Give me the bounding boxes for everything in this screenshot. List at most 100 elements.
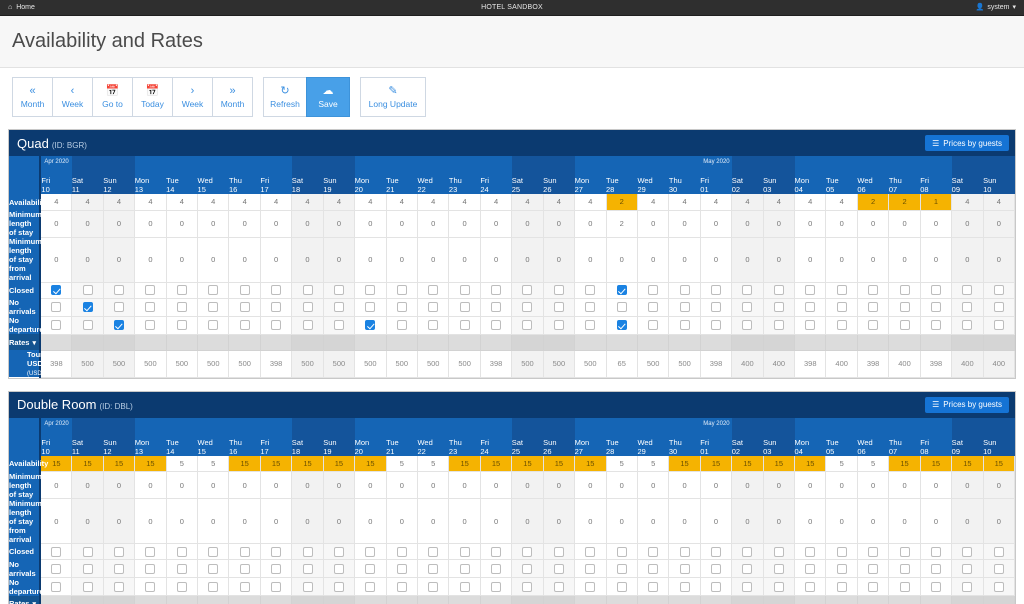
checkbox-icon[interactable] [113,285,124,295]
rates-group-row[interactable]: Rates▾ [9,595,1016,604]
checkbox-icon[interactable] [239,320,250,330]
checkbox-cell[interactable] [197,316,230,335]
checkbox-icon[interactable] [176,563,187,574]
checkbox-icon[interactable] [930,546,941,557]
data-cell[interactable]: 0 [228,237,261,283]
checkbox-cell[interactable] [606,577,638,596]
checkbox-icon[interactable] [522,581,533,592]
checkbox-icon[interactable] [836,320,847,330]
checkbox-cell[interactable] [637,282,670,299]
data-cell[interactable]: 0 [731,210,764,238]
checkbox-cell[interactable] [920,282,953,299]
data-cell[interactable]: 15 [228,455,261,472]
checkbox-cell[interactable] [763,577,796,596]
checkbox-cell[interactable] [888,577,921,596]
checkbox-cell[interactable] [920,577,953,596]
data-cell[interactable]: 0 [700,498,733,544]
checkbox-cell[interactable] [951,577,984,596]
checkbox-icon[interactable] [805,546,816,557]
checkbox-icon[interactable] [710,302,721,312]
checkbox-cell[interactable] [386,577,418,596]
checkbox-cell[interactable] [260,559,293,578]
data-cell[interactable]: 15 [763,455,796,472]
save-button[interactable]: ☁ Save [306,77,350,117]
checkbox-icon[interactable] [365,546,376,557]
rate-cell[interactable]: 398 [794,350,827,378]
checkbox-cell[interactable] [323,543,356,560]
data-cell[interactable]: 0 [448,498,481,544]
checkbox-icon[interactable] [51,581,62,592]
checkbox-icon[interactable] [51,302,62,312]
checkbox-icon[interactable] [836,302,847,312]
checkbox-icon[interactable] [302,320,313,330]
data-cell[interactable]: 0 [71,471,104,499]
checkbox-cell[interactable] [291,282,324,299]
checkbox-cell[interactable] [511,577,544,596]
data-cell[interactable]: 5 [166,455,199,472]
checkbox-icon[interactable] [522,302,533,312]
checkbox-cell[interactable] [920,543,953,560]
checkbox-cell[interactable] [763,559,796,578]
data-cell[interactable]: 0 [260,498,293,544]
data-cell[interactable]: 0 [480,471,513,499]
checkbox-icon[interactable] [553,581,564,592]
rate-cell[interactable]: 500 [103,350,136,378]
checkbox-icon[interactable] [805,285,816,295]
checkbox-icon[interactable] [648,302,659,312]
data-cell[interactable]: 0 [574,210,607,238]
checkbox-cell[interactable] [197,298,230,317]
data-cell[interactable]: 4 [103,194,136,211]
checkbox-cell[interactable] [857,282,890,299]
data-cell[interactable]: 0 [763,498,796,544]
checkbox-icon[interactable] [491,546,502,557]
checkbox-icon[interactable] [396,285,407,295]
checkbox-icon[interactable] [302,546,313,557]
checkbox-icon[interactable] [333,563,344,574]
data-cell[interactable]: 0 [291,210,324,238]
data-cell[interactable]: 15 [480,455,513,472]
checkbox-icon[interactable] [51,320,62,330]
checkbox-cell[interactable] [951,316,984,335]
checkbox-icon[interactable] [868,320,879,330]
checkbox-icon[interactable] [522,563,533,574]
checkbox-cell[interactable] [888,316,921,335]
today-button[interactable]: 📅 Today [132,77,173,117]
data-cell[interactable]: 4 [574,194,607,211]
data-cell[interactable]: 0 [888,471,921,499]
checkbox-cell[interactable] [417,316,450,335]
chevron-down-icon[interactable]: ▾ [32,340,36,347]
data-cell[interactable]: 0 [228,498,261,544]
checkbox-icon[interactable] [271,563,282,574]
checkbox-icon[interactable] [710,546,721,557]
data-cell[interactable]: 15 [71,455,104,472]
checkbox-cell[interactable] [260,543,293,560]
rate-cell[interactable]: 398 [260,350,293,378]
checkbox-cell[interactable] [228,282,261,299]
checkbox-checked-icon[interactable] [365,320,376,330]
checkbox-cell[interactable] [983,543,1016,560]
checkbox-icon[interactable] [491,563,502,574]
data-cell[interactable]: 0 [511,210,544,238]
data-cell[interactable]: 1 [920,194,953,211]
checkbox-icon[interactable] [742,581,753,592]
data-cell[interactable]: 0 [40,237,73,283]
data-cell[interactable]: 0 [417,498,450,544]
data-cell[interactable]: 0 [700,471,733,499]
long-update-button[interactable]: ✎ Long Update [360,77,426,117]
checkbox-cell[interactable] [951,559,984,578]
checkbox-icon[interactable] [742,302,753,312]
checkbox-cell[interactable] [448,282,481,299]
data-cell[interactable]: 15 [574,455,607,472]
checkbox-icon[interactable] [333,285,344,295]
data-cell[interactable]: 0 [951,210,984,238]
data-cell[interactable]: 0 [71,237,104,283]
checkbox-icon[interactable] [82,581,93,592]
checkbox-cell[interactable] [166,543,199,560]
checkbox-checked-icon[interactable] [82,302,93,312]
data-cell[interactable]: 0 [354,471,387,499]
data-cell[interactable]: 15 [103,455,136,472]
checkbox-cell[interactable] [637,298,670,317]
data-cell[interactable]: 0 [574,471,607,499]
checkbox-cell[interactable] [103,543,136,560]
checkbox-icon[interactable] [679,285,690,295]
